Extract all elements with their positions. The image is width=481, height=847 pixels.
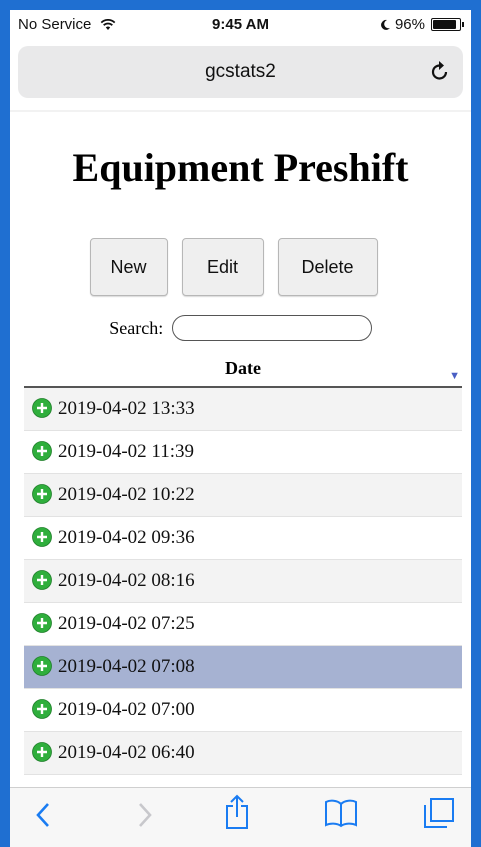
row-date: 2019-04-02 07:00 (58, 699, 195, 720)
table-row[interactable]: 2019-04-02 09:36 (24, 517, 462, 560)
battery-percent: 96% (394, 16, 425, 33)
column-header-label: Date (225, 358, 261, 378)
search-label: Search: (109, 317, 164, 338)
browser-toolbar (10, 787, 471, 847)
plus-circle-icon[interactable] (32, 570, 52, 590)
battery-icon (431, 18, 464, 31)
row-date: 2019-04-02 06:40 (58, 742, 195, 763)
new-button[interactable]: New (89, 238, 168, 296)
bookmarks-icon[interactable] (324, 798, 358, 828)
plus-circle-icon[interactable] (32, 398, 52, 418)
forward-icon[interactable] (136, 800, 154, 830)
phone-screen: No Service 9:45 AM 96% gcstats2 Equipmen… (10, 10, 471, 847)
battery-area: 96% (379, 16, 464, 33)
moon-icon (381, 19, 390, 30)
table-row[interactable]: 2019-04-02 13:33 (24, 388, 462, 431)
table-row[interactable]: 2019-04-02 07:25 (24, 603, 462, 646)
back-icon[interactable] (34, 800, 52, 830)
page-title: Equipment Preshift (72, 145, 409, 190)
table-row[interactable]: 2019-04-02 08:16 (24, 560, 462, 603)
table-row[interactable]: 2019-04-02 11:39 (24, 431, 462, 474)
plus-circle-icon[interactable] (32, 441, 52, 461)
address-bar[interactable]: gcstats2 (18, 46, 463, 98)
column-header-date[interactable]: Date ▼ (24, 356, 462, 388)
tabs-icon[interactable] (422, 796, 456, 830)
table-row[interactable]: 2019-04-02 10:22 (24, 474, 462, 517)
plus-circle-icon[interactable] (32, 527, 52, 547)
row-date: 2019-04-02 10:22 (58, 484, 195, 505)
plus-circle-icon[interactable] (32, 484, 52, 504)
sort-descending-icon: ▼ (449, 370, 460, 382)
plus-circle-icon[interactable] (32, 742, 52, 762)
table-row[interactable]: 2019-04-02 07:08 (24, 646, 462, 689)
share-icon[interactable] (224, 794, 250, 830)
records-table: Date ▼ 2019-04-02 13:33 2019-04-02 11:39 2… (24, 356, 462, 775)
search-input[interactable] (171, 315, 372, 341)
table-row[interactable]: 2019-04-02 06:40 (24, 732, 462, 775)
plus-circle-icon[interactable] (32, 613, 52, 633)
search-row: Search: (10, 315, 471, 341)
plus-circle-icon[interactable] (32, 699, 52, 719)
address-bar-divider (10, 110, 471, 112)
delete-button[interactable]: Delete (277, 238, 378, 296)
table-body: 2019-04-02 13:33 2019-04-02 11:39 2019-04-… (24, 388, 462, 775)
row-date: 2019-04-02 11:39 (58, 441, 194, 462)
reload-icon[interactable] (429, 59, 451, 83)
status-bar: No Service 9:45 AM 96% (10, 10, 471, 40)
row-date: 2019-04-02 07:08 (58, 656, 195, 677)
address-host: gcstats2 (205, 61, 276, 82)
row-date: 2019-04-02 09:36 (58, 527, 195, 548)
row-date: 2019-04-02 13:33 (58, 398, 195, 419)
plus-circle-icon[interactable] (32, 656, 52, 676)
edit-button[interactable]: Edit (181, 238, 264, 296)
row-date: 2019-04-02 07:25 (58, 613, 195, 634)
action-buttons: New Edit Delete (10, 238, 471, 296)
row-date: 2019-04-02 08:16 (58, 570, 195, 591)
table-row[interactable]: 2019-04-02 07:00 (24, 689, 462, 732)
